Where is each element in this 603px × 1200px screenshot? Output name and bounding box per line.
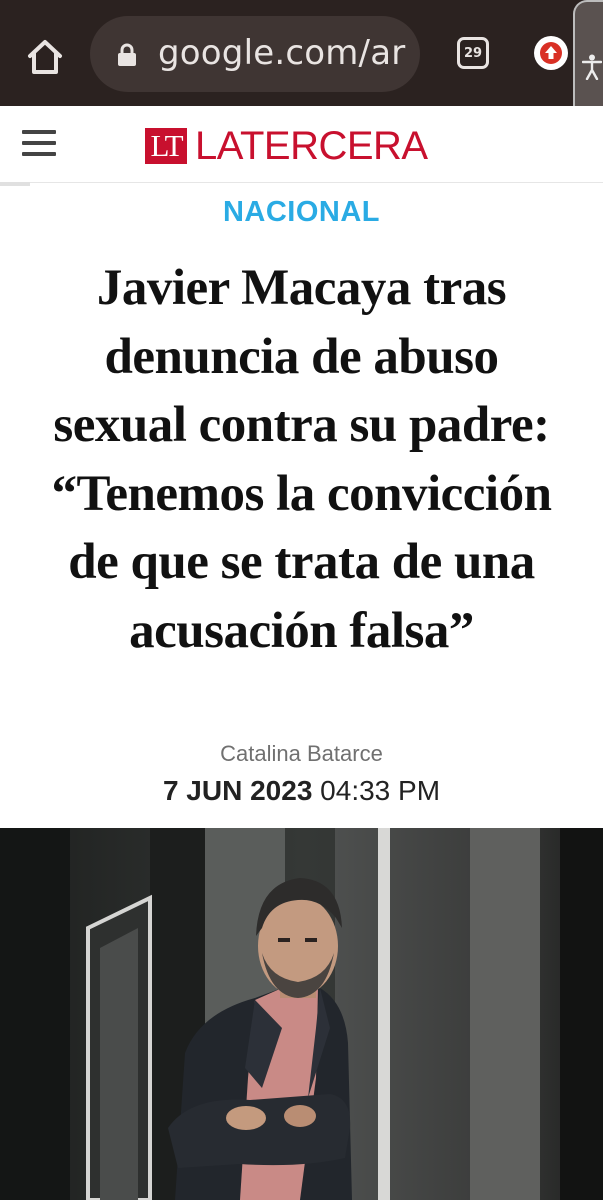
hamburger-menu-icon[interactable] xyxy=(22,130,56,158)
headline-line: de que se trata de una xyxy=(68,534,535,590)
headline-line: sexual contra su padre: xyxy=(53,397,550,453)
accessibility-icon xyxy=(581,54,603,81)
headline-line: acusación falsa” xyxy=(129,602,474,659)
address-bar[interactable]: google.com/ar xyxy=(90,16,420,92)
headline-line: denuncia de abuso xyxy=(104,328,499,385)
headline-line: Javier Macaya tras xyxy=(96,260,507,316)
home-icon[interactable] xyxy=(22,34,68,80)
lock-icon xyxy=(116,43,138,67)
headline-line: “Tenemos la convicción xyxy=(51,465,552,522)
site-logo-text[interactable]: LATERCERA xyxy=(195,122,428,170)
tab-switcher-button[interactable]: 29 xyxy=(457,37,489,69)
publish-date: 7 JUN 2023 04:33 PM xyxy=(0,774,603,808)
publish-time: 04:33 PM xyxy=(320,775,441,806)
section-label[interactable]: NACIONAL xyxy=(0,194,603,230)
header-divider xyxy=(0,182,30,186)
site-logo-mark[interactable]: LT xyxy=(145,128,187,164)
article-photo[interactable] xyxy=(0,828,603,1200)
url-text: google.com/ar xyxy=(158,33,406,73)
author-name[interactable]: Catalina Batarce xyxy=(0,740,603,768)
tab-count: 29 xyxy=(463,45,483,61)
publish-day: 7 JUN 2023 xyxy=(162,775,313,806)
update-icon[interactable] xyxy=(534,36,568,70)
article-headline: Javier Macaya tras denuncia de abuso sex… xyxy=(0,254,603,665)
